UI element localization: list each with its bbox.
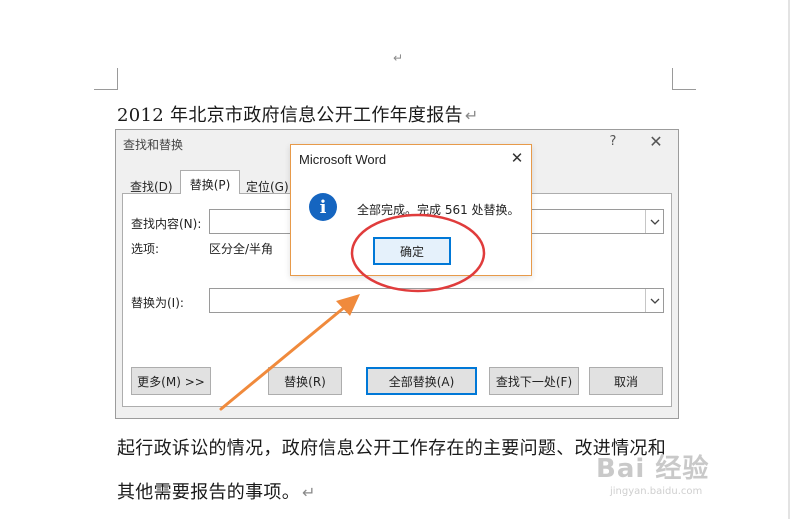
baidu-jingyan-watermark: Bai 经验 jingyan.baidu.com [596,448,710,497]
tab-replace[interactable]: 替换(P) [180,170,240,194]
margin-corner-right [672,68,696,90]
watermark-url: jingyan.baidu.com [610,486,703,497]
message-box-titlebar: Microsoft Word ✕ [291,145,531,173]
message-box-close-button[interactable]: ✕ [507,149,527,167]
options-value: 区分全/半角 [209,242,274,256]
find-next-button[interactable]: 查找下一处(F) [489,367,579,395]
document-line-1[interactable]: 起行政诉讼的情况，政府信息公开工作存在的主要问题、改进情况和 [117,434,666,460]
line-text: 其他需要报告的事项。 [117,482,300,503]
document-line-2[interactable]: 其他需要报告的事项。 ↵ [117,478,316,504]
watermark-logo: Bai 经验 [596,454,710,484]
replace-input[interactable] [209,288,664,313]
chevron-down-icon[interactable] [645,210,663,233]
replace-all-button[interactable]: 全部替换(A) [366,367,477,395]
cancel-button[interactable]: 取消 [589,367,663,395]
replace-button[interactable]: 替换(R) [268,367,342,395]
info-icon: i [309,193,337,221]
top-paragraph-mark: ↵ [393,51,404,65]
dialog-title: 查找和替换 [123,138,184,152]
message-text: 全部完成。完成 561 处替换。 [357,203,520,217]
help-button[interactable]: ? [606,134,620,149]
margin-corner-left [94,68,118,90]
find-label: 查找内容(N): [131,217,202,231]
replace-label: 替换为(I): [131,296,184,310]
tab-find[interactable]: 查找(D) [126,174,177,199]
document-heading[interactable]: 2012 年北京市政府信息公开工作年度报告 ↵ [117,101,479,127]
line-text: 起行政诉讼的情况，政府信息公开工作存在的主要问题、改进情况和 [117,438,666,459]
options-label: 选项: [131,242,160,256]
message-box-title: Microsoft Word [299,152,387,167]
message-box: Microsoft Word ✕ i 全部完成。完成 561 处替换。 确定 [290,144,532,276]
more-button[interactable]: 更多(M) >> [131,367,211,395]
tab-goto[interactable]: 定位(G) [242,174,293,199]
paragraph-mark: ↵ [464,106,479,125]
chevron-down-icon[interactable] [645,289,663,312]
ok-button[interactable]: 确定 [373,237,451,265]
heading-text: 2012 年北京市政府信息公开工作年度报告 [117,105,463,126]
paragraph-mark: ↵ [302,483,316,502]
close-button[interactable]: ✕ [646,132,666,151]
